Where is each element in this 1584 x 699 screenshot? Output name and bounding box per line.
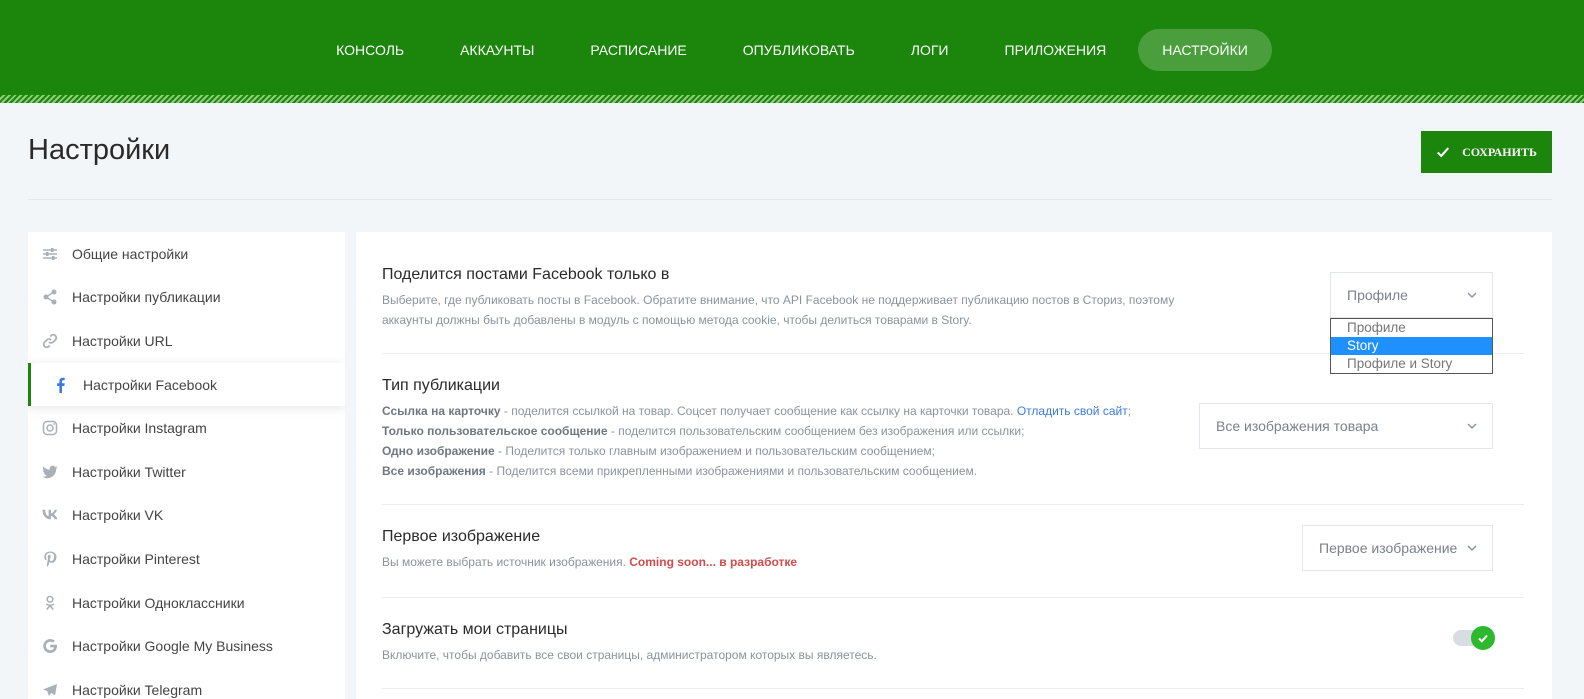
sidebar-item-google[interactable]: Настройки Google My Business [28, 624, 345, 668]
sidebar-item-url[interactable]: Настройки URL [28, 319, 345, 363]
option-text: - поделится пользовательским сообщением … [607, 424, 1025, 438]
nav-console[interactable]: КОНСОЛЬ [312, 29, 428, 71]
facebook-icon [53, 377, 69, 393]
sidebar-item-label: Настройки URL [72, 332, 173, 349]
first-image-select[interactable]: Первое изображение [1302, 525, 1493, 571]
option-name: Все изображения [382, 464, 486, 478]
odnoklassniki-icon [42, 595, 58, 611]
nav-schedule[interactable]: РАСПИСАНИЕ [566, 29, 710, 71]
header-divider [28, 199, 1552, 200]
description-text: Вы можете выбрать источник изображения. [382, 555, 630, 569]
option-text: - Поделится только главным изображением … [494, 444, 935, 458]
check-icon [1478, 634, 1488, 643]
sidebar-item-telegram[interactable]: Настройки Telegram [28, 668, 345, 699]
section-description: Включите, чтобы добавить все свои страни… [382, 648, 877, 662]
sidebar-item-label: Настройки Google My Business [72, 638, 273, 655]
select-value: Первое изображение [1319, 540, 1458, 556]
sidebar-item-label: Настройки VK [72, 507, 164, 524]
option-text: - Поделится всеми прикрепленными изображ… [485, 464, 978, 478]
google-icon [42, 638, 58, 654]
sidebar-item-instagram[interactable]: Настройки Instagram [28, 406, 345, 450]
select-value: Все изображения товара [1216, 418, 1379, 434]
share-to-dropdown: Профиле Story Профиле и Story [1330, 318, 1493, 374]
section-load-pages: Загружать мои страницы Включите, чтобы д… [382, 621, 1524, 689]
sidebar-item-vk[interactable]: Настройки VK [28, 494, 345, 538]
section-title: Тип публикации [382, 377, 500, 394]
main-nav: КОНСОЛЬ АККАУНТЫ РАСПИСАНИЕ ОПУБЛИКОВАТЬ… [0, 29, 1584, 71]
telegram-icon [42, 682, 58, 698]
nav-logs[interactable]: ЛОГИ [887, 29, 973, 71]
share-icon [42, 289, 58, 305]
sidebar-item-label: Настройки Instagram [72, 420, 207, 437]
select-value: Профиле [1347, 287, 1408, 303]
sidebar-item-odnoklassniki[interactable]: Настройки Одноклассники [28, 581, 345, 625]
option-text: - поделится ссылкой на товар. Соцсет пол… [500, 404, 1017, 418]
dropdown-option-profile[interactable]: Профиле [1331, 319, 1492, 337]
sidebar-item-label: Общие настройки [72, 245, 189, 262]
option-name: Ссылка на карточку [382, 404, 501, 418]
sidebar-item-general[interactable]: Общие настройки [28, 232, 345, 276]
sidebar-item-publication[interactable]: Настройки публикации [28, 276, 345, 320]
coming-soon-badge: Coming soon... в разработке [629, 555, 798, 569]
navbar-stripe-decoration [0, 95, 1584, 103]
sidebar-item-label: Настройки публикации [72, 289, 221, 306]
instagram-icon [42, 420, 58, 436]
sidebar-item-label: Настройки Facebook [83, 376, 218, 393]
punctuation: ; [1127, 404, 1132, 418]
nav-publish[interactable]: ОПУБЛИКОВАТЬ [719, 29, 879, 71]
nav-settings[interactable]: НАСТРОЙКИ [1138, 29, 1272, 71]
post-type-select[interactable]: Все изображения товара [1199, 403, 1493, 449]
pinterest-icon [42, 551, 58, 567]
section-title: Загружать мои страницы [382, 621, 568, 638]
description-line: Все изображения - Поделится всеми прикре… [382, 461, 1524, 481]
chevron-down-icon [1467, 292, 1477, 298]
twitter-icon [42, 464, 58, 480]
sidebar-item-label: Настройки Twitter [72, 463, 186, 480]
settings-sidebar: Общие настройки Настройки публикации Нас… [28, 232, 345, 699]
option-name: Одно изображение [382, 444, 495, 458]
vk-icon [42, 507, 58, 523]
chevron-down-icon [1467, 423, 1477, 429]
nav-apps[interactable]: ПРИЛОЖЕНИЯ [981, 29, 1131, 71]
sidebar-item-facebook[interactable]: Настройки Facebook [28, 362, 345, 407]
sidebar-item-twitter[interactable]: Настройки Twitter [28, 450, 345, 494]
chevron-down-icon [1467, 545, 1477, 551]
link-icon [42, 333, 58, 349]
sidebar-item-pinterest[interactable]: Настройки Pinterest [28, 537, 345, 581]
save-button[interactable]: СОХРАНИТЬ [1421, 131, 1552, 173]
check-icon [1437, 147, 1450, 158]
page-title: Настройки [28, 134, 171, 166]
save-button-label: СОХРАНИТЬ [1462, 144, 1537, 159]
option-name: Только пользовательское сообщение [382, 424, 608, 438]
dropdown-option-story[interactable]: Story [1331, 337, 1492, 355]
sidebar-item-label: Настройки Telegram [72, 681, 203, 698]
debug-site-link[interactable]: Отладить свой сайт [1017, 404, 1128, 418]
dropdown-option-profile-and-story[interactable]: Профиле и Story [1331, 355, 1492, 373]
sidebar-item-label: Настройки Pinterest [72, 550, 200, 567]
top-navbar: КОНСОЛЬ АККАУНТЫ РАСПИСАНИЕ ОПУБЛИКОВАТЬ… [0, 0, 1584, 103]
share-to-select[interactable]: Профиле [1330, 272, 1493, 318]
sidebar-item-label: Настройки Одноклассники [72, 594, 245, 611]
sliders-icon [42, 246, 58, 262]
load-pages-toggle[interactable] [1453, 626, 1495, 650]
nav-accounts[interactable]: АККАУНТЫ [436, 29, 558, 71]
toggle-knob [1471, 626, 1495, 650]
